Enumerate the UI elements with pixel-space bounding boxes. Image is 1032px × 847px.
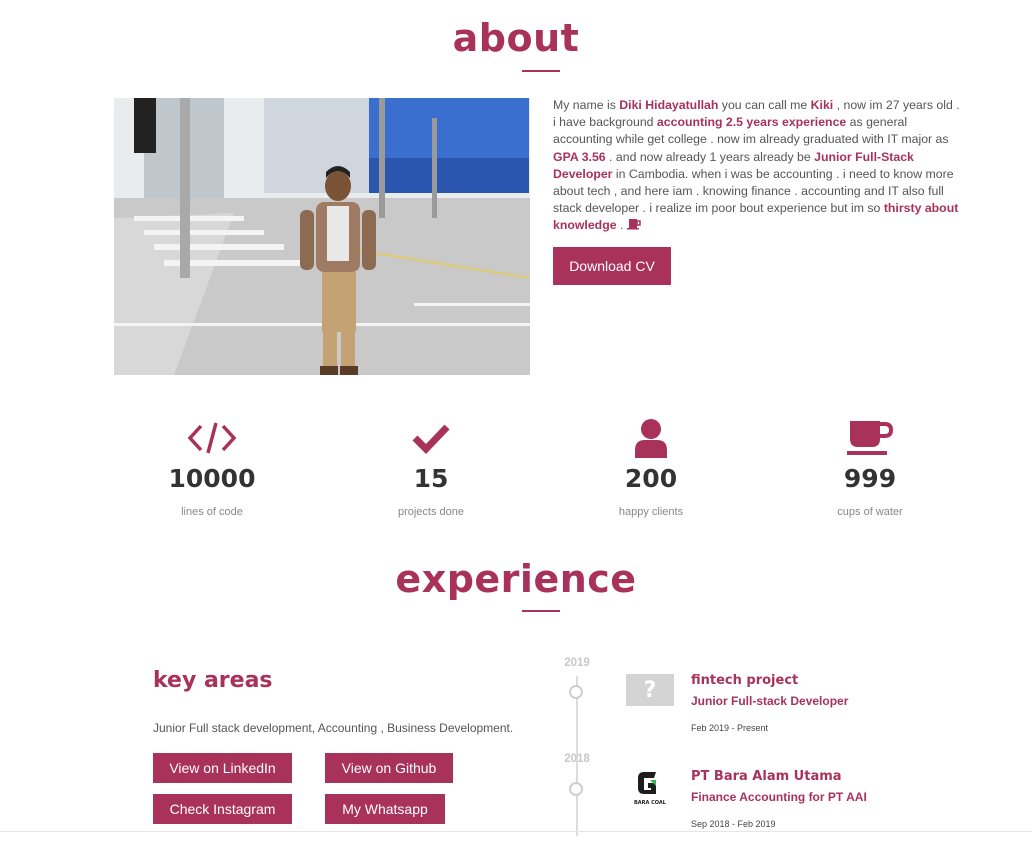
about-title-underline [522,70,560,72]
view-github-button[interactable]: View on Github [325,753,453,783]
view-linkedin-button[interactable]: View on LinkedIn [153,753,292,783]
timeline-year: 2018 [564,753,590,765]
stat-label: lines of code [181,506,243,518]
timeline-year: 2019 [564,657,590,669]
experience-title: experience [395,557,637,601]
whatsapp-button[interactable]: My Whatsapp [325,794,445,824]
check-instagram-button[interactable]: Check Instagram [153,794,292,824]
timeline-date: Feb 2019 - Present [691,723,769,733]
stat-label: projects done [397,506,465,518]
stat-number: 200 [624,464,678,493]
check-icon [331,418,531,458]
stat-number: 15 [413,464,449,493]
stat-cups-of-water: 999 cups of water [770,418,970,518]
mug-icon [626,218,641,235]
stat-happy-clients: 200 happy clients [551,418,751,518]
profile-photo [114,98,530,375]
timeline-dot [569,782,583,796]
timeline-role: Junior Full-stack Developer [691,694,849,708]
timeline-title: fintech project [691,673,799,688]
timeline-role: Finance Accounting for PT AAI [691,790,867,804]
stat-label: happy clients [618,506,684,518]
key-areas-title: key areas [153,668,273,693]
gpa-highlight: GPA 3.56 [553,149,606,164]
name-highlight: Diki Hidayatullah [619,98,719,112]
timeline-date: Sep 2018 - Feb 2019 [691,819,776,829]
experience-highlight: accounting 2.5 years experience [656,115,847,130]
stat-number: 10000 [168,464,256,493]
key-areas-description: Junior Full stack development, Accountin… [153,721,514,735]
timeline-dot [569,685,583,699]
stat-number: 999 [843,464,897,493]
code-icon [112,418,312,458]
stat-label: cups of water [837,506,903,518]
nickname-highlight: Kiki [810,98,834,112]
download-cv-button[interactable]: Download CV [553,247,671,285]
stat-lines-of-code: 10000 lines of code [112,418,312,518]
bara-coal-logo: BARA COAL [626,768,674,806]
placeholder-question-icon: ? [626,674,674,706]
timeline-title: PT Bara Alam Utama [691,769,842,784]
about-title: about [452,16,580,60]
coffee-cup-icon [770,418,970,458]
experience-title-underline [522,610,560,612]
stat-projects-done: 15 projects done [331,418,531,518]
about-description: My name is Diki Hidayatullah you can cal… [553,97,963,235]
user-icon [551,418,751,458]
page-divider [0,831,1032,832]
svg-text:BARA COAL: BARA COAL [634,800,667,806]
